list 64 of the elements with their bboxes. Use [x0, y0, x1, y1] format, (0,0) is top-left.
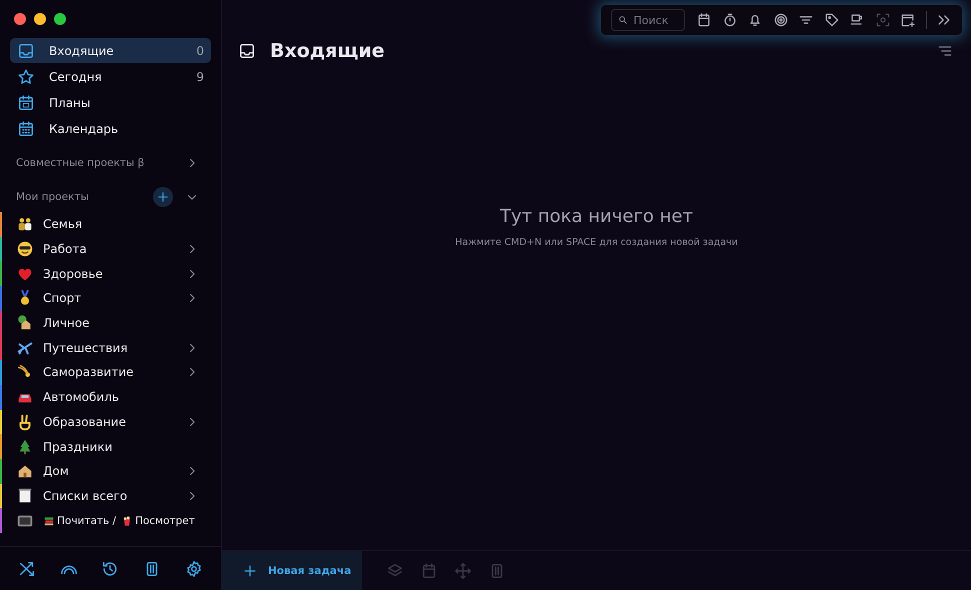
plus-icon	[242, 562, 258, 578]
project-item[interactable]: Работа	[0, 236, 221, 262]
project-item[interactable]: Спорт	[0, 286, 221, 311]
calendar-icon	[17, 120, 35, 138]
item-count: 0	[196, 44, 204, 58]
project-item[interactable]: Образование	[0, 410, 221, 434]
item-count: 9	[196, 70, 204, 84]
project-name: Образование	[43, 414, 127, 429]
add-project-button[interactable]	[153, 187, 173, 207]
nav-item[interactable]: Сегодня 9	[10, 64, 211, 89]
section-label: Совместные проекты β	[16, 157, 146, 169]
project-name: Праздники	[43, 440, 114, 454]
calendar-icon[interactable]	[696, 12, 712, 28]
project-name: Спорт	[43, 291, 82, 306]
settings-icon[interactable]	[185, 560, 204, 578]
window-minimize-button[interactable]	[34, 13, 46, 25]
project-name: Почитать /	[57, 514, 116, 527]
project-item[interactable]: Праздники	[0, 434, 221, 459]
project-name: Семья	[43, 217, 84, 232]
window-zoom-button[interactable]	[54, 13, 66, 25]
project-item[interactable]: Списки всего	[0, 484, 221, 508]
project-name: Работа	[43, 242, 88, 256]
calendar-date-icon	[17, 94, 35, 112]
add-window-icon[interactable]	[900, 12, 916, 28]
smiley-sunglasses-icon	[16, 240, 34, 258]
project-item[interactable]: Путешествия	[0, 335, 221, 360]
nav-item[interactable]: Планы	[10, 90, 211, 115]
window-close-button[interactable]	[14, 13, 26, 25]
project-name: Личное	[43, 316, 90, 330]
shuffle-icon[interactable]	[18, 560, 36, 578]
project-name: Списки всего	[43, 488, 128, 503]
stopwatch-icon[interactable]	[722, 12, 738, 28]
notepad-icon	[16, 486, 34, 505]
nav-item[interactable]: Календарь	[10, 116, 211, 141]
project-item[interactable]: Семья	[0, 212, 221, 237]
section-label: Мои проекты	[16, 191, 90, 203]
project-item[interactable]: Саморазвитие	[0, 360, 221, 385]
project-name: Дом	[43, 464, 70, 478]
books-icon	[43, 514, 55, 527]
project-item[interactable]: Автомобиль	[0, 384, 221, 410]
project-name: Путешествия	[43, 340, 129, 355]
project-name: Автомобиль	[43, 390, 120, 404]
project-item[interactable]: Личное	[0, 310, 221, 336]
project-name: Саморазвитие	[43, 365, 135, 380]
star-icon	[17, 68, 35, 86]
target-icon[interactable]	[772, 12, 788, 28]
project-name: Здоровье	[43, 266, 104, 281]
project-name: Посмотрет	[135, 514, 195, 527]
inbox-icon	[238, 42, 256, 60]
empty-state-title: Тут пока ничего нет	[500, 206, 693, 227]
inbox-icon	[17, 42, 35, 60]
people-icon	[16, 215, 34, 234]
tag-icon[interactable]	[824, 12, 840, 28]
project-item[interactable]: Почитать / Посмотрет	[0, 508, 221, 533]
search-field[interactable]: Поиск	[610, 9, 684, 31]
empty-state-hint: Нажмите CMD+N или SPACE для создания новой задачи	[455, 237, 738, 248]
page-title: Входящие	[270, 40, 386, 62]
plus-icon	[156, 190, 170, 204]
nav-item[interactable]: Входящие 0	[10, 38, 211, 63]
new-task-button[interactable]: Новая задача	[222, 551, 362, 590]
search-icon	[616, 14, 628, 26]
project-item[interactable]: Дом	[0, 458, 221, 484]
project-item[interactable]: Здоровье	[0, 261, 221, 286]
history-icon[interactable]	[101, 560, 120, 578]
